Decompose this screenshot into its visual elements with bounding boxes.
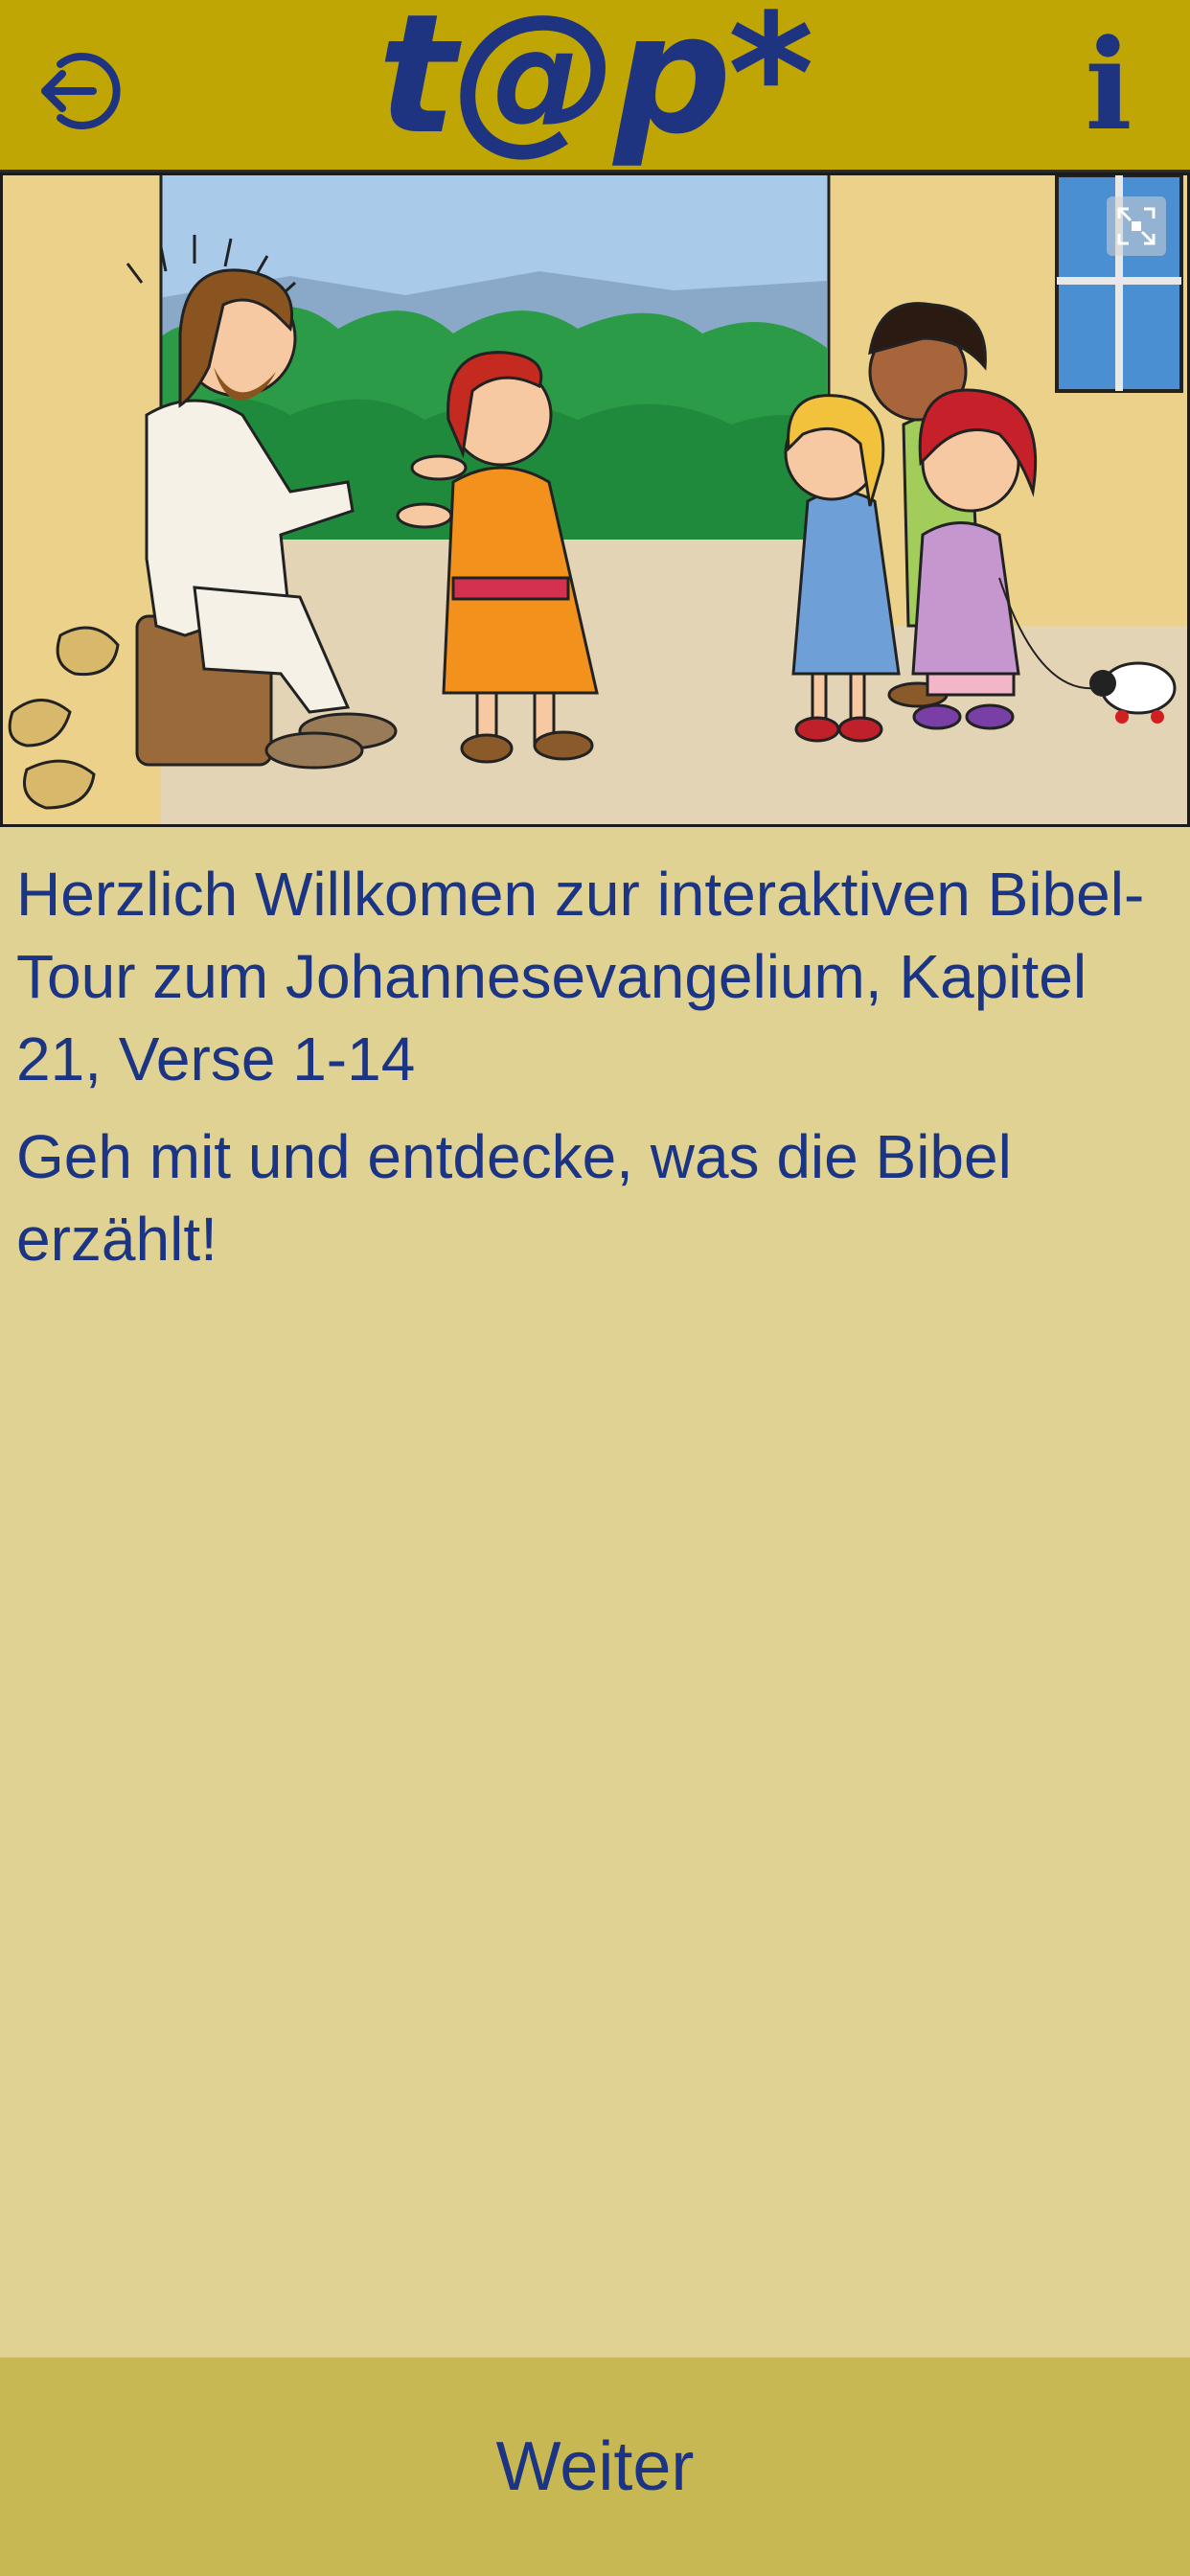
info-button[interactable]: i (1065, 23, 1152, 148)
illustration-art (3, 175, 1187, 824)
app-screen: t@p* i Herzlich Willkomen zur interaktiv… (0, 0, 1190, 2576)
next-button[interactable]: Weiter (0, 2358, 1190, 2576)
fullscreen-button[interactable] (1107, 196, 1166, 256)
call-to-action-text: Geh mit und entdecke, was die Bibel erzä… (16, 1122, 1012, 1274)
exit-arrow-icon (41, 53, 121, 129)
header-bar: t@p* i (0, 0, 1190, 172)
app-logo: t@p* (378, 0, 813, 171)
intro-content: Herzlich Willkomen zur interaktiven Bibe… (16, 853, 1166, 1280)
welcome-text: Herzlich Willkomen zur interaktiven Bibe… (16, 860, 1145, 1093)
back-button[interactable] (27, 38, 132, 144)
story-illustration (0, 172, 1190, 827)
expand-icon (1117, 207, 1156, 245)
next-button-label: Weiter (495, 2428, 695, 2505)
